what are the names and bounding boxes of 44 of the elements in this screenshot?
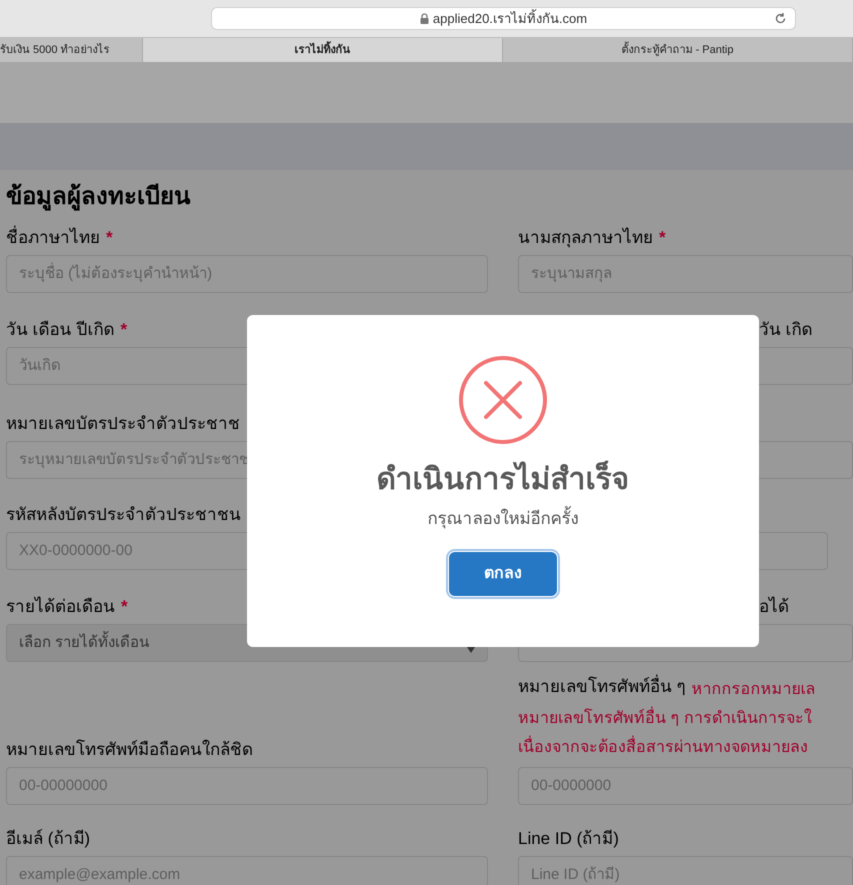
input-field[interactable]: 00-00000000 bbox=[6, 767, 488, 805]
field-label: รายได้ต่อเดือน bbox=[6, 596, 115, 618]
input-field[interactable]: ระบุชื่อ (ไม่ต้องระบุคำนำหน้า) bbox=[6, 255, 488, 293]
placeholder-text: ระบุหมายเลขบัตรประจำตัวประชาช bbox=[19, 450, 249, 470]
field-label: หมายเลขบัตรประจำตัวประชาช bbox=[6, 413, 240, 435]
dialog-message: กรุณาลองใหม่อีกครั้ง bbox=[428, 506, 578, 532]
placeholder-text: XX0-0000000-00 bbox=[19, 540, 132, 561]
browser-tab[interactable]: รับเงิน 5000 ทำอย่างไร bbox=[0, 38, 143, 62]
browser-tab[interactable]: เราไม่ทิ้งกัน bbox=[143, 38, 503, 62]
placeholder-text: 00-0000000 bbox=[531, 776, 612, 796]
required-mark: * bbox=[121, 596, 128, 618]
select-value: เลือก รายได้ทั้งเดือน bbox=[19, 632, 150, 654]
field-label: ชื่อภาษาไทย bbox=[6, 226, 100, 250]
placeholder-text: Line ID (ถ้ามี) bbox=[531, 864, 620, 885]
field-label: Line ID (ถ้ามี) bbox=[518, 828, 619, 850]
field-label: วัน เกิด bbox=[759, 319, 813, 341]
placeholder-text: ระบุนามสกุล bbox=[531, 264, 612, 284]
required-mark: * bbox=[106, 227, 113, 249]
required-mark: * bbox=[659, 227, 666, 249]
field-label: หมายเลขโทรศัพท์มือถือคนใกล้ชิด bbox=[6, 738, 253, 761]
warning-note: หากกรอกหมายเล bbox=[692, 680, 816, 700]
url-text: applied20.เราไม่ทิ้งกัน.com bbox=[432, 8, 588, 28]
dialog-title: ดำเนินการไม่สำเร็จ bbox=[376, 457, 630, 502]
ok-button[interactable]: ตกลง bbox=[449, 552, 557, 596]
placeholder-text: วันเกิด bbox=[19, 356, 61, 376]
field-label: อีเมล์ (ถ้ามี) bbox=[6, 828, 90, 850]
input-field[interactable]: ระบุนามสกุล bbox=[518, 255, 853, 293]
form-heading: ข้อมูลผู้ลงทะเบียน bbox=[6, 182, 192, 212]
browser-tab[interactable]: ตั้งกระทู้คำถาม - Pantip bbox=[503, 38, 853, 62]
input-field[interactable]: 00-0000000 bbox=[518, 767, 853, 805]
warning-note: หมายเลขโทรศัพท์อื่น ๆ การดำเนินการจะใ bbox=[518, 704, 816, 733]
field-label: วัน เดือน ปีเกิด bbox=[6, 319, 114, 341]
input-field[interactable]: example@example.com bbox=[6, 856, 488, 885]
field-label: หมายเลขโทรศัพท์อื่น ๆ bbox=[518, 675, 686, 704]
warning-note: เนื่องจากจะต้องสื่อสารผ่านทางจดหมายลง bbox=[518, 733, 816, 762]
input-field[interactable]: Line ID (ถ้ามี) bbox=[518, 856, 853, 885]
placeholder-text: ระบุชื่อ (ไม่ต้องระบุคำนำหน้า) bbox=[19, 262, 212, 284]
field-label: รหัสหลังบัตรประจำตัวประชาชน bbox=[6, 504, 241, 526]
field-label: อได้ bbox=[759, 596, 789, 618]
address-bar[interactable]: applied20.เราไม่ทิ้งกัน.com bbox=[211, 7, 796, 30]
placeholder-text: example@example.com bbox=[19, 864, 180, 885]
required-mark: * bbox=[120, 319, 128, 341]
field-label: นามสกุลภาษาไทย bbox=[518, 226, 653, 250]
placeholder-text: 00-00000000 bbox=[19, 776, 108, 796]
